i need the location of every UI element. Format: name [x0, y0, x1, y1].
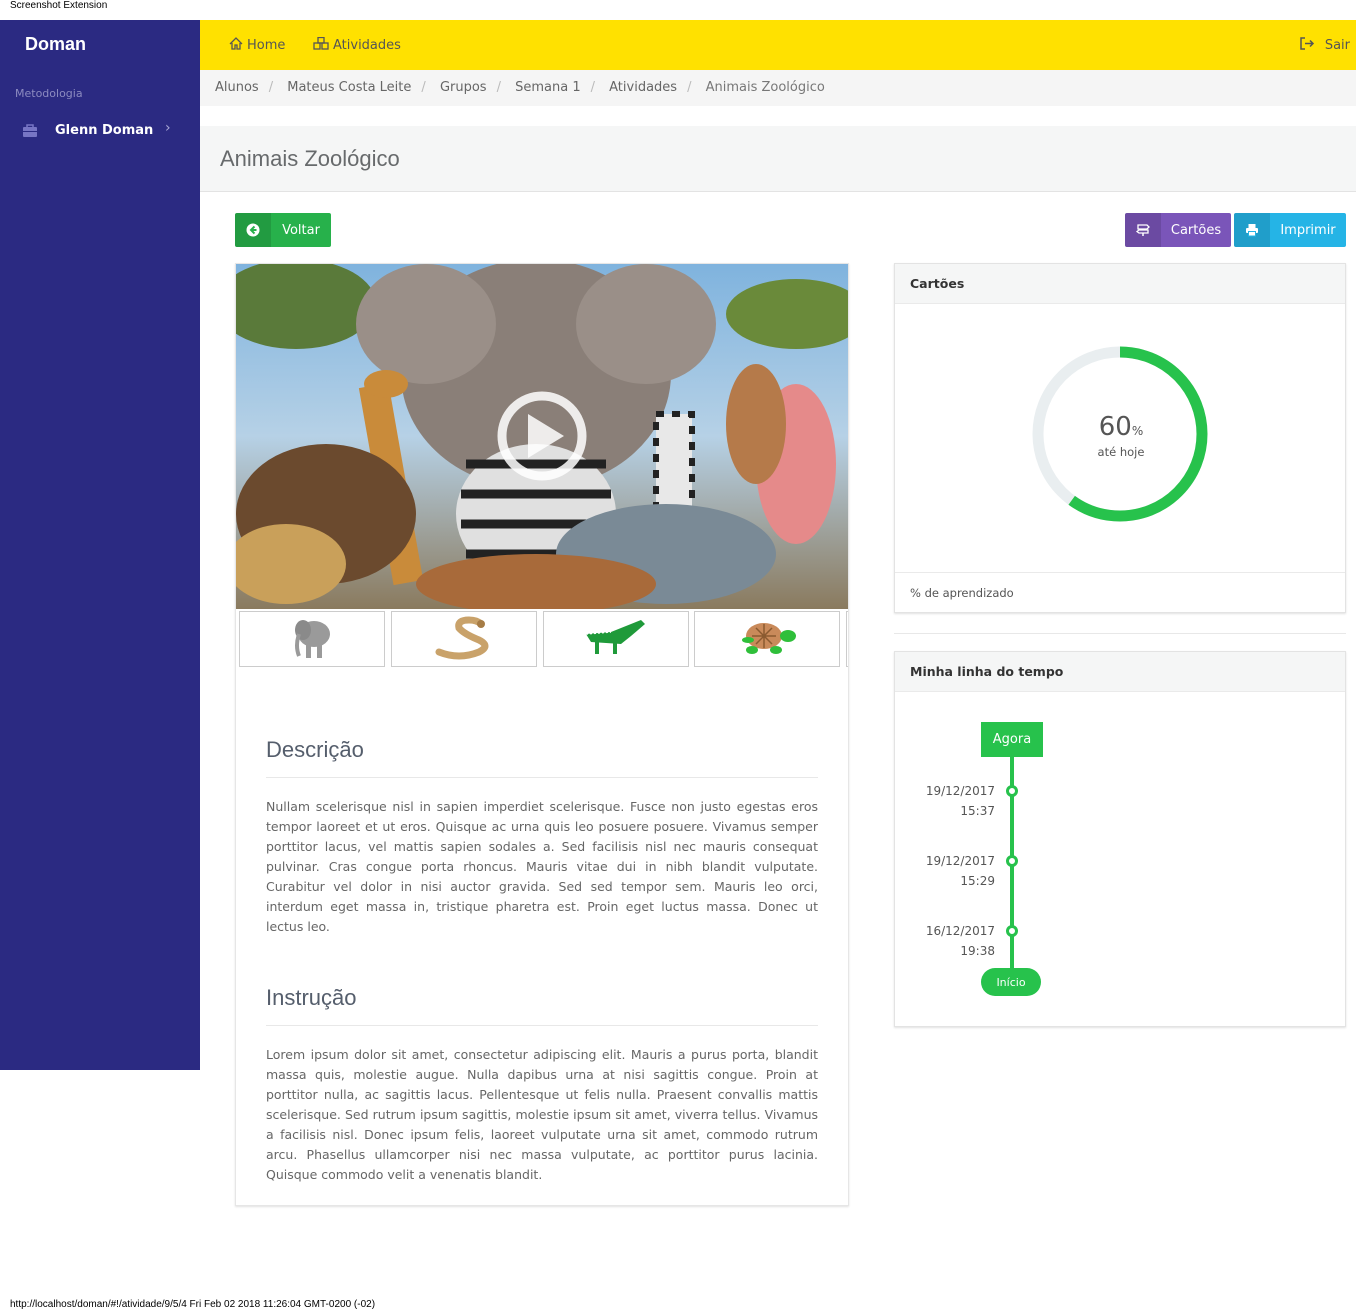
timeline-dot: [1006, 855, 1018, 867]
chevron-right-icon: ›: [165, 120, 171, 136]
timeline-event: 16/12/2017 19:38: [915, 921, 995, 961]
thumbnail-item[interactable]: [694, 611, 840, 667]
thumbnail-item[interactable]: [846, 611, 848, 667]
thumbnail-item[interactable]: [543, 611, 689, 667]
elephant-icon: [287, 612, 337, 666]
sidebar-item-glenn-doman[interactable]: Glenn Doman ›: [0, 116, 200, 148]
activity-card: Descrição Nullam scelerisque nisl in sap…: [235, 263, 849, 1206]
timeline-dot: [1006, 785, 1018, 797]
timeline-event: 19/12/2017 15:29: [915, 851, 995, 891]
timeline-inicio-label: Início: [981, 968, 1041, 996]
sidebar: Doman Metodologia Glenn Doman ›: [0, 20, 200, 1070]
page-header: Animais Zoológico: [200, 126, 1356, 192]
sidebar-section-label: Metodologia: [15, 87, 83, 100]
timeline-date: 19/12/2017: [925, 854, 995, 868]
signpost-icon: [1125, 213, 1161, 247]
snake-icon: [429, 612, 499, 666]
timeline-panel-title: Minha linha do tempo: [895, 652, 1345, 692]
video-player[interactable]: [236, 264, 848, 609]
breadcrumb-item[interactable]: Mateus Costa Leite: [287, 80, 411, 95]
descricao-text: Nullam scelerisque nisl in sapien imperd…: [266, 799, 818, 934]
instrucao-title: Instrução: [266, 985, 818, 1026]
timeline-time: 19:38: [960, 944, 995, 958]
cartoes-panel-footer: % de aprendizado: [895, 572, 1345, 612]
thumbnail-item[interactable]: [239, 611, 385, 667]
print-icon: [1234, 213, 1270, 247]
timeline-time: 15:37: [960, 804, 995, 818]
donut-value: 60%: [1098, 412, 1144, 442]
brand-logo[interactable]: Doman: [25, 34, 86, 55]
nav-home-label: Home: [247, 38, 286, 53]
top-navbar: Home Atividades Sair: [200, 20, 1356, 70]
instrucao-text: Lorem ipsum dolor sit amet, consectetur …: [266, 1047, 818, 1182]
timeline-dot: [1006, 925, 1018, 937]
descricao-title: Descrição: [266, 737, 818, 778]
timeline-panel: Minha linha do tempo Agora 19/12/2017 15…: [894, 651, 1346, 1027]
home-icon: [229, 37, 243, 54]
nav-atividades[interactable]: Atividades: [313, 36, 401, 54]
nav-home[interactable]: Home: [229, 37, 285, 54]
cubes-icon: [313, 36, 329, 54]
timeline-date: 16/12/2017: [925, 924, 995, 938]
nav-sair[interactable]: Sair: [1299, 37, 1350, 54]
imprimir-button[interactable]: Imprimir: [1234, 213, 1346, 247]
thumbnail-strip: [239, 611, 848, 667]
panel-divider: [894, 633, 1346, 634]
breadcrumb-item[interactable]: Atividades: [609, 80, 677, 95]
sign-out-icon: [1299, 37, 1315, 54]
page-title: Animais Zoológico: [220, 146, 400, 171]
breadcrumb-item[interactable]: Alunos: [215, 80, 259, 95]
nav-atividades-label: Atividades: [333, 38, 401, 53]
arrow-circle-left-icon: [235, 213, 271, 247]
imprimir-label: Imprimir: [1280, 222, 1336, 238]
breadcrumb: Alunos / Mateus Costa Leite / Grupos / Sema…: [200, 70, 1356, 106]
voltar-label: Voltar: [282, 222, 320, 238]
breadcrumb-active: Animais Zoológico: [705, 80, 825, 95]
briefcase-icon: [22, 123, 38, 143]
timeline-time: 15:29: [960, 874, 995, 888]
footer-url: http://localhost/doman/#!/atividade/9/5/…: [10, 1299, 376, 1310]
cartoes-panel-title: Cartões: [895, 264, 1345, 304]
cartoes-button[interactable]: Cartões: [1125, 213, 1231, 247]
cartoes-label: Cartões: [1170, 222, 1222, 238]
sidebar-item-label: Glenn Doman: [55, 123, 154, 138]
thumbnail-item[interactable]: [391, 611, 537, 667]
extension-label: Screenshot Extension: [10, 0, 108, 11]
turtle-icon: [732, 612, 802, 666]
crocodile-icon: [581, 612, 651, 666]
breadcrumb-item[interactable]: Grupos: [440, 80, 487, 95]
donut-subtitle: até hoje: [1097, 445, 1145, 459]
cartoes-panel: Cartões 60% até hoje % de aprendizado: [894, 263, 1346, 613]
animals-video-thumbnail: [236, 264, 848, 609]
breadcrumb-item[interactable]: Semana 1: [515, 80, 581, 95]
nav-sair-label: Sair: [1324, 38, 1350, 53]
timeline-date: 19/12/2017: [925, 784, 995, 798]
timeline-event: 19/12/2017 15:37: [915, 781, 995, 821]
voltar-button[interactable]: Voltar: [235, 213, 331, 247]
timeline-agora-label: Agora: [981, 722, 1043, 757]
